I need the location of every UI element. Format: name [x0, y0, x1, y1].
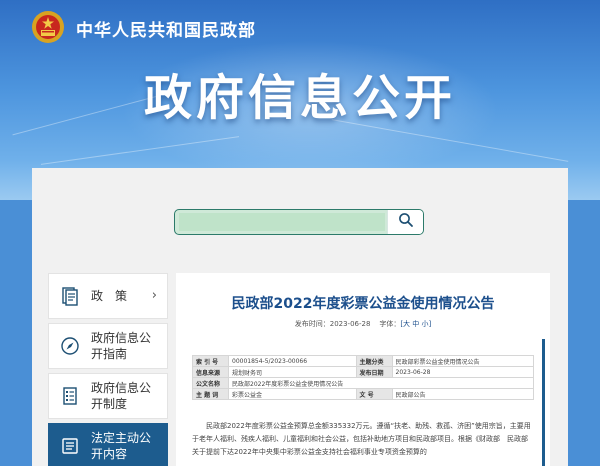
table-key: 公文名称: [192, 377, 229, 389]
chevron-right-icon: ›: [151, 288, 157, 303]
table-key: 信息来源: [192, 366, 229, 378]
sidebar-item-label: 政 策: [91, 289, 128, 303]
table-value: 00001854-5/2023-00066: [228, 355, 357, 367]
sidebar-item-label: 法定主动公开内容: [91, 431, 152, 461]
table-value: 民政部彩票公益金使用情况公告: [391, 355, 535, 367]
table-value: 民政部2022年度彩票公益金使用情况公告: [228, 377, 534, 389]
table-row: 信息来源 规划财务司 发布日期 2023-06-28: [192, 366, 535, 378]
article-panel: 民政部2022年度彩票公益金使用情况公告 发布时间：2023-06-28 字体：…: [176, 273, 550, 466]
table-key: 主题分类: [355, 355, 393, 367]
document-list-icon: [49, 286, 91, 306]
compass-icon: [49, 336, 91, 356]
table-key: 主 题 词: [192, 388, 229, 400]
table-key: 发布日期: [355, 366, 393, 378]
font-size-controls[interactable]: [大 中 小]: [400, 320, 431, 328]
article-title: 民政部2022年度彩票公益金使用情况公告: [231, 296, 495, 312]
sidebar-item-mandatory-disclosure[interactable]: 法定主动公开内容: [48, 423, 168, 466]
search-icon: [398, 212, 414, 232]
folder-list-icon: [49, 436, 91, 456]
sidebar-item-disclosure-guide[interactable]: 政府信息公开指南: [48, 323, 168, 369]
sidebar-item-label: 政府信息公开制度: [91, 381, 152, 411]
sidebar-item-policy[interactable]: 政 策 ›: [48, 273, 168, 319]
sidebar-item-disclosure-rules[interactable]: 政府信息公开制度: [48, 373, 168, 419]
page-title: 政府信息公开: [143, 70, 456, 126]
table-value: 彩票公益金: [228, 388, 357, 400]
publish-label: 发布时间：: [294, 320, 330, 328]
sidebar-item-label: 政府信息公开指南: [91, 331, 152, 361]
ministry-name[interactable]: 中华人民共和国民政部: [76, 16, 256, 41]
rulebook-icon: [49, 386, 91, 406]
table-value: 民政部公告: [391, 388, 535, 400]
scrollbar[interactable]: [542, 339, 545, 466]
search-bar: [174, 209, 424, 235]
publish-date: 2023-06-28: [329, 320, 371, 328]
info-table: 索 引 号 00001854-5/2023-00066 主题分类 民政部彩票公益…: [192, 355, 535, 400]
table-row: 主 题 词 彩票公益金 文 号 民政部公告: [192, 388, 535, 400]
search-button[interactable]: [387, 210, 423, 234]
national-emblem-icon[interactable]: [30, 9, 66, 45]
article-meta: 发布时间：2023-06-28 字体：[大 中 小]: [176, 319, 550, 329]
table-key: 索 引 号: [192, 355, 229, 367]
article-body: 民政部2022年度彩票公益金预算总金额335332万元。遵循“扶老、助残、救孤、…: [192, 422, 531, 456]
table-value: 2023-06-28: [391, 366, 535, 378]
table-key: 文 号: [355, 388, 393, 400]
table-row: 公文名称 民政部2022年度彩票公益金使用情况公告: [192, 377, 534, 389]
table-value: 规划财务司: [228, 366, 357, 378]
search-input[interactable]: [179, 213, 385, 231]
table-row: 索 引 号 00001854-5/2023-00066 主题分类 民政部彩票公益…: [192, 355, 535, 367]
font-size-label: 字体：: [379, 320, 401, 328]
